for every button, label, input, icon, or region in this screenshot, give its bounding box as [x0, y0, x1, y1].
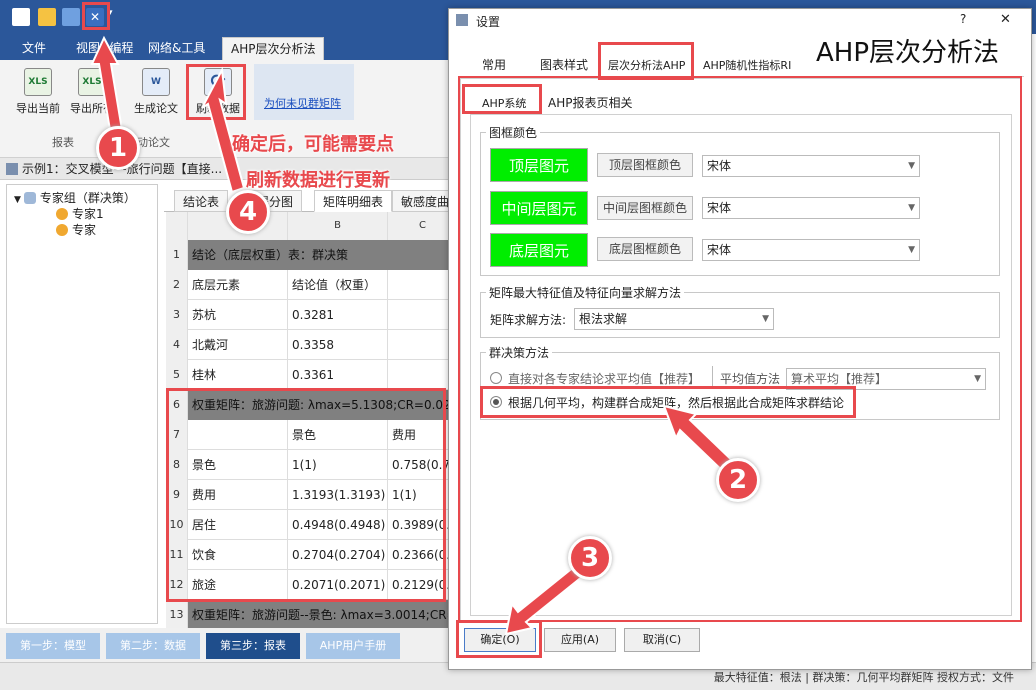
annotation-note-line2: 刷新数据进行更新 — [246, 170, 390, 191]
badge-1: 1 — [96, 126, 140, 170]
arrow-1 — [90, 35, 124, 131]
annotation-note-line1: 确定后，可能需要点 — [232, 134, 394, 155]
badge-3: 3 — [568, 536, 612, 580]
badge-4: 4 — [226, 190, 270, 234]
annotation-arrows — [90, 35, 742, 636]
badge-2: 2 — [716, 458, 760, 502]
